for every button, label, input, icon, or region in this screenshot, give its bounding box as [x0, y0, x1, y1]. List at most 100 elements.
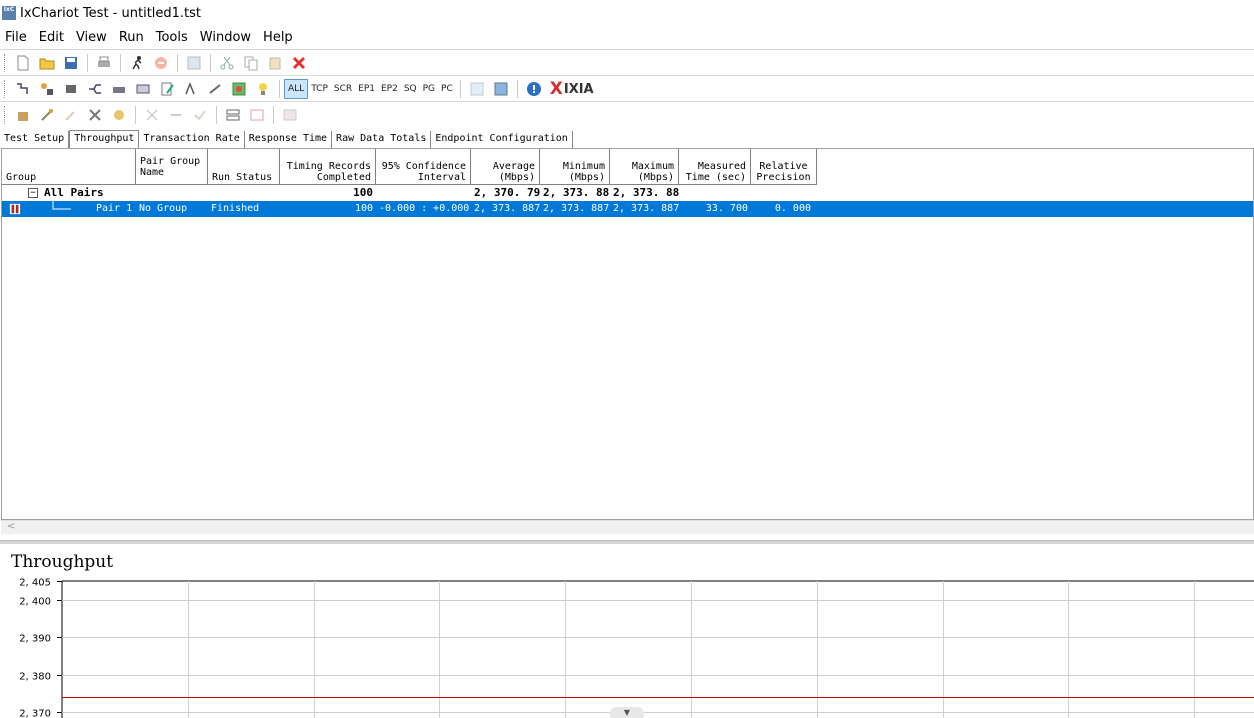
- column-header-measured-time[interactable]: Measured Time (sec): [679, 149, 751, 185]
- collapse-icon[interactable]: −: [28, 188, 38, 198]
- results-button-8[interactable]: [190, 105, 210, 125]
- swap-button[interactable]: [205, 79, 225, 99]
- results-icon: [18, 112, 28, 121]
- toolbar-grip[interactable]: [4, 106, 7, 124]
- run-button[interactable]: [127, 53, 147, 73]
- tab-endpoint-configuration[interactable]: Endpoint Configuration: [431, 131, 573, 148]
- results-button-6[interactable]: [142, 105, 162, 125]
- menu-file[interactable]: File: [0, 30, 33, 45]
- runner-icon: [132, 56, 142, 70]
- view-save-button[interactable]: [491, 79, 511, 99]
- network-icon: [89, 84, 101, 94]
- toolbar-separator: [273, 106, 274, 124]
- results-button-10[interactable]: [247, 105, 267, 125]
- menu-view[interactable]: View: [70, 30, 113, 45]
- filter-scr-button[interactable]: SCR: [331, 79, 355, 99]
- pane-splitter[interactable]: [0, 540, 1254, 544]
- column-header-average[interactable]: Average (Mbps): [471, 149, 540, 185]
- all-pairs-minimum: 2, 373. 887: [543, 186, 610, 199]
- filter-ep2-button[interactable]: EP2: [378, 79, 401, 99]
- tab-response-time[interactable]: Response Time: [245, 131, 333, 148]
- info-button[interactable]: [524, 79, 544, 99]
- results-button-11[interactable]: [280, 105, 300, 125]
- grid-horizontal-scrollbar[interactable]: <: [1, 520, 1254, 534]
- column-header-minimum[interactable]: Minimum (Mbps): [540, 149, 610, 185]
- print-button[interactable]: [94, 53, 114, 73]
- delete-button[interactable]: [289, 53, 309, 73]
- save-button[interactable]: [61, 53, 81, 73]
- column-header-maximum[interactable]: Maximum (Mbps): [610, 149, 679, 185]
- all-pairs-average: 2, 370. 792: [474, 186, 540, 199]
- check-disabled-icon: [194, 110, 206, 121]
- ixia-logo: X IXIA: [550, 79, 594, 99]
- pair-1-maximum: 2, 373. 887: [613, 203, 679, 214]
- add-pair-button[interactable]: [13, 79, 33, 99]
- tab-raw-data-totals[interactable]: Raw Data Totals: [332, 131, 432, 148]
- results-button-3[interactable]: [61, 105, 81, 125]
- pair-1-group-name: No Group: [139, 203, 188, 214]
- filter-tcp-button[interactable]: TCP: [308, 79, 331, 99]
- edit-pair-icon: [66, 85, 76, 93]
- menu-run[interactable]: Run: [113, 30, 150, 45]
- renumber-button[interactable]: [181, 79, 201, 99]
- scroll-left-icon[interactable]: <: [7, 521, 15, 532]
- edit-pair-button[interactable]: [61, 79, 81, 99]
- results-button-7[interactable]: [166, 105, 186, 125]
- toolbar-separator-line: [0, 101, 1254, 102]
- results-button-2[interactable]: [37, 105, 57, 125]
- add-multicast-button[interactable]: [37, 79, 57, 99]
- cut-button[interactable]: [217, 53, 237, 73]
- column-header-confidence-interval[interactable]: 95% Confidence Interval: [376, 149, 471, 185]
- results-button-1[interactable]: [13, 105, 33, 125]
- tab-test-setup[interactable]: Test Setup: [0, 131, 70, 148]
- script-button[interactable]: [133, 79, 153, 99]
- open-file-button[interactable]: [37, 53, 57, 73]
- menu-help[interactable]: Help: [257, 30, 299, 45]
- edit-script-button[interactable]: [157, 79, 177, 99]
- scissors-icon: [220, 56, 234, 70]
- collapse-disabled-icon: [171, 114, 181, 116]
- grid-view-icon: [470, 82, 484, 96]
- column-header-timing-records[interactable]: Timing Records Completed: [280, 149, 376, 185]
- filter-pg-button[interactable]: PG: [420, 79, 438, 99]
- pair-network-button[interactable]: [85, 79, 105, 99]
- tree-connector-icon: [52, 201, 71, 210]
- paste-button[interactable]: [265, 53, 285, 73]
- view-grid-button[interactable]: [467, 79, 487, 99]
- wand-icon: [41, 109, 53, 121]
- filter-pc-button[interactable]: PC: [438, 79, 456, 99]
- pair-group-button[interactable]: [109, 79, 129, 99]
- filter-all-button[interactable]: ALL: [284, 79, 309, 99]
- tab-throughput[interactable]: Throughput: [69, 130, 140, 148]
- menu-edit[interactable]: Edit: [33, 30, 70, 45]
- stop-button[interactable]: [151, 53, 171, 73]
- toolbar-grip[interactable]: [4, 80, 7, 98]
- menu-window[interactable]: Window: [194, 30, 257, 45]
- table-row-all-pairs[interactable]: − All Pairs 100 2, 370. 792 2, 373. 887 2…: [2, 185, 679, 201]
- chart-y-tick-label: 2, 380: [19, 672, 51, 683]
- ixia-x-mark: X: [549, 79, 563, 99]
- results-button-4[interactable]: [85, 105, 105, 125]
- filter-ep1-button[interactable]: EP1: [355, 79, 378, 99]
- bulb-button[interactable]: [253, 79, 273, 99]
- column-header-pair-group-name[interactable]: Pair Group Name: [136, 149, 208, 185]
- filter-sq-button[interactable]: SQ: [401, 79, 420, 99]
- column-header-group[interactable]: Group: [2, 149, 136, 185]
- menu-tools[interactable]: Tools: [150, 30, 194, 45]
- toolbar-separator: [177, 54, 178, 72]
- table-row-pair-1[interactable]: Pair 1 No Group Finished 100 -0.000 : +0…: [2, 201, 1253, 217]
- refresh-button[interactable]: [184, 53, 204, 73]
- qos-button[interactable]: [229, 79, 249, 99]
- toolbar-separator: [87, 54, 88, 72]
- column-header-relative-precision[interactable]: Relative Precision: [751, 149, 817, 185]
- results-button-5[interactable]: [109, 105, 129, 125]
- disk-view-icon: [494, 82, 508, 96]
- toolbar-grip[interactable]: [4, 54, 7, 72]
- copy-button[interactable]: [241, 53, 261, 73]
- new-file-button[interactable]: [13, 53, 33, 73]
- collapse-chart-button[interactable]: ▼: [610, 707, 644, 718]
- column-header-run-status[interactable]: Run Status: [208, 149, 280, 185]
- menu-bar: File Edit View Run Tools Window Help: [0, 26, 1254, 48]
- tab-transaction-rate[interactable]: Transaction Rate: [139, 131, 245, 148]
- results-button-9[interactable]: [223, 105, 243, 125]
